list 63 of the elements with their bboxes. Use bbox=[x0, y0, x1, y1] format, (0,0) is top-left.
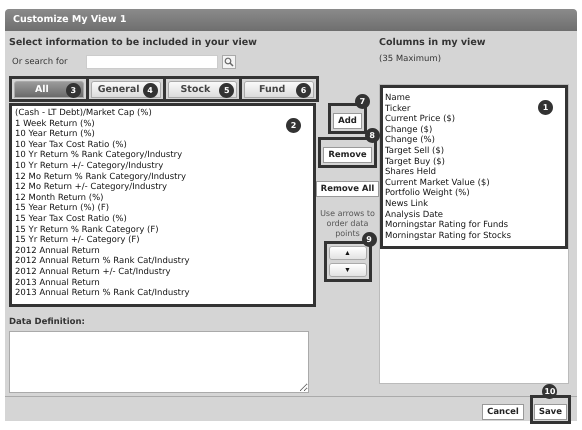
list-item[interactable]: 12 Mo Return +/- Category/Industry bbox=[15, 182, 168, 193]
list-item[interactable]: Current Price ($) bbox=[385, 114, 456, 125]
list-item[interactable]: Name bbox=[385, 93, 410, 104]
callout-badge: 7 bbox=[354, 94, 370, 109]
list-item[interactable]: 1 Week Return (%) bbox=[15, 118, 95, 130]
search-icon bbox=[224, 57, 234, 67]
callout-badge: 10 bbox=[542, 384, 558, 398]
callout-badge: 6 bbox=[296, 82, 311, 98]
list-item[interactable]: 10 Yr Return % Rank Category/Industry bbox=[15, 150, 182, 161]
list-item[interactable]: Current Market Value ($) bbox=[385, 178, 490, 188]
note-text: (35 Maximum) bbox=[379, 54, 442, 66]
tab[interactable]: General 4 bbox=[90, 80, 160, 98]
field-label: Data Definition: bbox=[9, 317, 86, 329]
search-button[interactable] bbox=[222, 55, 236, 69]
action-button[interactable]: Remove All bbox=[316, 181, 380, 197]
list-item[interactable]: 15 Year Tax Cost Ratio (%) bbox=[15, 214, 127, 225]
list-item[interactable]: Ticker bbox=[385, 104, 410, 114]
list-item[interactable]: 15 Yr Return % Rank Category (F) bbox=[15, 224, 159, 236]
footer-button[interactable]: Save bbox=[534, 404, 567, 420]
list-item[interactable]: 12 Mo Return % Rank Category/Industry bbox=[15, 172, 186, 182]
tab[interactable]: Stock 5 bbox=[168, 80, 238, 98]
list-item[interactable]: 15 Year Return (%) (F) bbox=[15, 203, 110, 214]
list-item[interactable]: 2012 Annual Return bbox=[15, 246, 100, 256]
callout-badge: 8 bbox=[364, 128, 380, 143]
callout-badge: 3 bbox=[66, 82, 81, 98]
list-item[interactable]: 12 Month Return (%) bbox=[15, 192, 104, 204]
list-item[interactable]: Change ($) bbox=[385, 124, 432, 136]
list-item[interactable]: Analysis Date bbox=[385, 210, 444, 220]
available-list[interactable] bbox=[9, 103, 316, 307]
list-item[interactable]: 10 Year Return (%) bbox=[15, 129, 95, 140]
callout-badge: 2 bbox=[286, 118, 301, 133]
callout-badge: 4 bbox=[142, 82, 158, 98]
callout-badge: 5 bbox=[219, 82, 234, 98]
section-heading: Columns in my view bbox=[379, 37, 487, 50]
tab[interactable]: Fund 6 bbox=[244, 80, 314, 98]
list-item[interactable]: 10 Year Tax Cost Ratio (%) bbox=[15, 140, 127, 150]
list-item[interactable]: News Link bbox=[385, 198, 428, 210]
columns-list[interactable] bbox=[379, 84, 569, 384]
list-item[interactable]: Target Sell ($) bbox=[385, 146, 444, 157]
window-title: Customize My View 1 bbox=[5, 9, 577, 31]
list-item[interactable]: Portfolio Weight (%) bbox=[385, 188, 470, 199]
list-item[interactable]: Target Buy ($) bbox=[385, 156, 445, 168]
action-button[interactable]: Remove bbox=[323, 147, 372, 163]
search-field[interactable] bbox=[86, 55, 218, 69]
definition-field[interactable] bbox=[9, 331, 309, 393]
list-item[interactable]: Shares Held bbox=[385, 167, 436, 178]
list-item[interactable]: Change (%) bbox=[385, 135, 435, 146]
list-item[interactable]: Morningstar Rating for Stocks bbox=[385, 230, 512, 242]
callout-badge: 1 bbox=[538, 100, 553, 115]
list-item[interactable]: 2013 Annual Return bbox=[15, 278, 100, 288]
footer-button[interactable]: Cancel bbox=[482, 404, 524, 420]
search-label: Or search for bbox=[11, 57, 69, 67]
list-item[interactable]: Morningstar Rating for Funds bbox=[385, 220, 508, 231]
callout-badge: 9 bbox=[362, 232, 376, 247]
section-heading: Select information to be included in your view bbox=[9, 37, 258, 50]
list-item[interactable]: 2013 Annual Return % Rank Cat/Industry bbox=[15, 288, 190, 299]
list-item[interactable]: 2012 Annual Return % Rank Cat/Industry bbox=[15, 256, 190, 267]
list-item[interactable]: 10 Yr Return +/- Category/Industry bbox=[15, 160, 164, 172]
action-button[interactable]: Add bbox=[333, 113, 362, 129]
tab[interactable]: All 3 bbox=[14, 80, 84, 98]
list-item[interactable]: 2012 Annual Return +/- Cat/Industry bbox=[15, 266, 171, 278]
list-item[interactable]: 15 Yr Return +/- Category (F) bbox=[15, 235, 140, 246]
list-item[interactable]: (Cash - LT Debt)/Market Cap (%) bbox=[15, 108, 152, 119]
